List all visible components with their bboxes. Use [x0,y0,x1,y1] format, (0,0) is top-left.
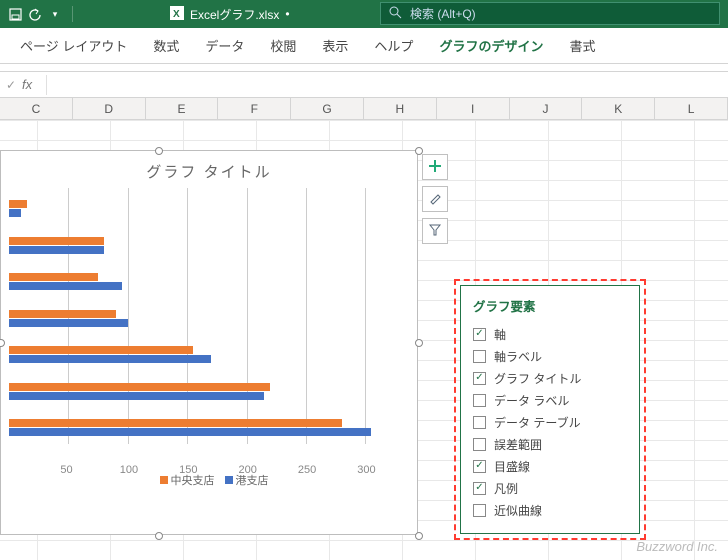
chart-element-option[interactable]: 軸ラベル [473,345,627,367]
resize-handle[interactable] [0,339,5,347]
col-header[interactable]: I [437,98,510,119]
option-label: データ ラベル [494,392,569,409]
formula-bar: ✓ fx [0,72,728,98]
file-name: Excelグラフ.xlsx [190,6,279,23]
flyout-title: グラフ要素 [473,296,627,315]
fx-label[interactable]: fx [22,77,46,92]
resize-handle[interactable] [415,532,423,540]
chart-element-option[interactable]: データ ラベル [473,389,627,411]
app-icon: X [170,6,184,23]
tab-4[interactable]: 表示 [322,36,348,55]
column-headers: CDEFGHIJKL [0,98,728,120]
chart-element-option[interactable]: ✓ 目盛線 [473,455,627,477]
col-header[interactable]: K [582,98,655,119]
col-header[interactable]: H [364,98,437,119]
chart-element-option[interactable]: データ テーブル [473,411,627,433]
checkbox[interactable]: ✓ [473,372,486,385]
checkbox[interactable]: ✓ [473,460,486,473]
tab-5[interactable]: ヘルプ [374,36,413,55]
chart-elements-flyout[interactable]: グラフ要素 ✓軸軸ラベル✓グラフ タイトルデータ ラベルデータ テーブル誤差範囲… [460,285,640,534]
chart-elements-flyout-highlight: グラフ要素 ✓軸軸ラベル✓グラフ タイトルデータ ラベルデータ テーブル誤差範囲… [454,279,646,540]
search-placeholder: 検索 (Alt+Q) [410,5,476,22]
chevron-down-icon[interactable]: ▾ [48,7,62,21]
formula-input[interactable] [46,75,728,95]
funnel-icon [428,223,442,240]
chart-title[interactable]: グラフ タイトル [1,151,417,188]
checkbox[interactable] [473,416,486,429]
tab-0[interactable]: ページ レイアウト [20,36,127,55]
option-label: 目盛線 [494,458,530,475]
modified-indicator: • [285,7,289,21]
chart-element-option[interactable]: ✓ 凡例 [473,477,627,499]
checkbox[interactable] [473,438,486,451]
tab-1[interactable]: 数式 [153,36,179,55]
resize-handle[interactable] [155,147,163,155]
chart-element-option[interactable]: 近似曲線 [473,499,627,521]
option-label: 軸ラベル [494,348,542,365]
checkbox[interactable] [473,350,486,363]
chart-elements-button[interactable] [422,154,448,180]
checkbox[interactable]: ✓ [473,328,486,341]
col-header[interactable]: L [655,98,728,119]
resize-handle[interactable] [415,339,423,347]
col-header[interactable]: F [218,98,291,119]
col-header[interactable]: J [510,98,583,119]
option-label: 誤差範囲 [494,436,542,453]
undo-icon[interactable] [28,7,42,21]
brush-icon [428,191,442,208]
svg-text:X: X [173,9,180,20]
option-label: 凡例 [494,480,518,497]
col-header[interactable]: G [291,98,364,119]
col-header[interactable]: E [146,98,219,119]
option-label: データ テーブル [494,414,581,431]
resize-handle[interactable] [155,532,163,540]
chart-styles-button[interactable] [422,186,448,212]
tab-7[interactable]: 書式 [569,36,595,55]
option-label: グラフ タイトル [494,370,581,387]
chart-element-option[interactable]: ✓ グラフ タイトル [473,367,627,389]
tab-6[interactable]: グラフのデザイン [439,36,543,55]
checkbox[interactable] [473,504,486,517]
legend-label: 中央支店 [171,475,215,487]
chart-element-option[interactable]: 誤差範囲 [473,433,627,455]
search-icon [389,6,402,22]
watermark: Buzzword Inc. [636,539,718,554]
chart-plot-area[interactable]: 50100150200250300 [9,188,403,468]
chart-object[interactable]: グラフ タイトル 50100150200250300 中央支店 港支店 [0,150,418,535]
tab-2[interactable]: データ [205,36,244,55]
col-header[interactable]: C [0,98,73,119]
search-box[interactable]: 検索 (Alt+Q) [380,2,720,25]
save-icon[interactable] [8,7,22,21]
option-label: 近似曲線 [494,502,542,519]
checkbox[interactable]: ✓ [473,482,486,495]
chart-filters-button[interactable] [422,218,448,244]
chart-element-option[interactable]: ✓軸 [473,323,627,345]
ribbon-tabs: ページ レイアウト 数式 データ 校閲 表示 ヘルプ グラフのデザイン 書式 [0,28,728,64]
tab-3[interactable]: 校閲 [270,36,296,55]
plus-icon [428,159,442,176]
checkbox[interactable] [473,394,486,407]
col-header[interactable]: D [73,98,146,119]
title-bar: ▾ X Excelグラフ.xlsx • 検索 (Alt+Q) [0,0,728,28]
option-label: 軸 [494,326,506,343]
worksheet-grid[interactable]: グラフ タイトル 50100150200250300 中央支店 港支店 グラフ要素… [0,120,728,560]
legend-label: 港支店 [236,475,269,487]
accept-icon[interactable]: ✓ [0,78,22,92]
